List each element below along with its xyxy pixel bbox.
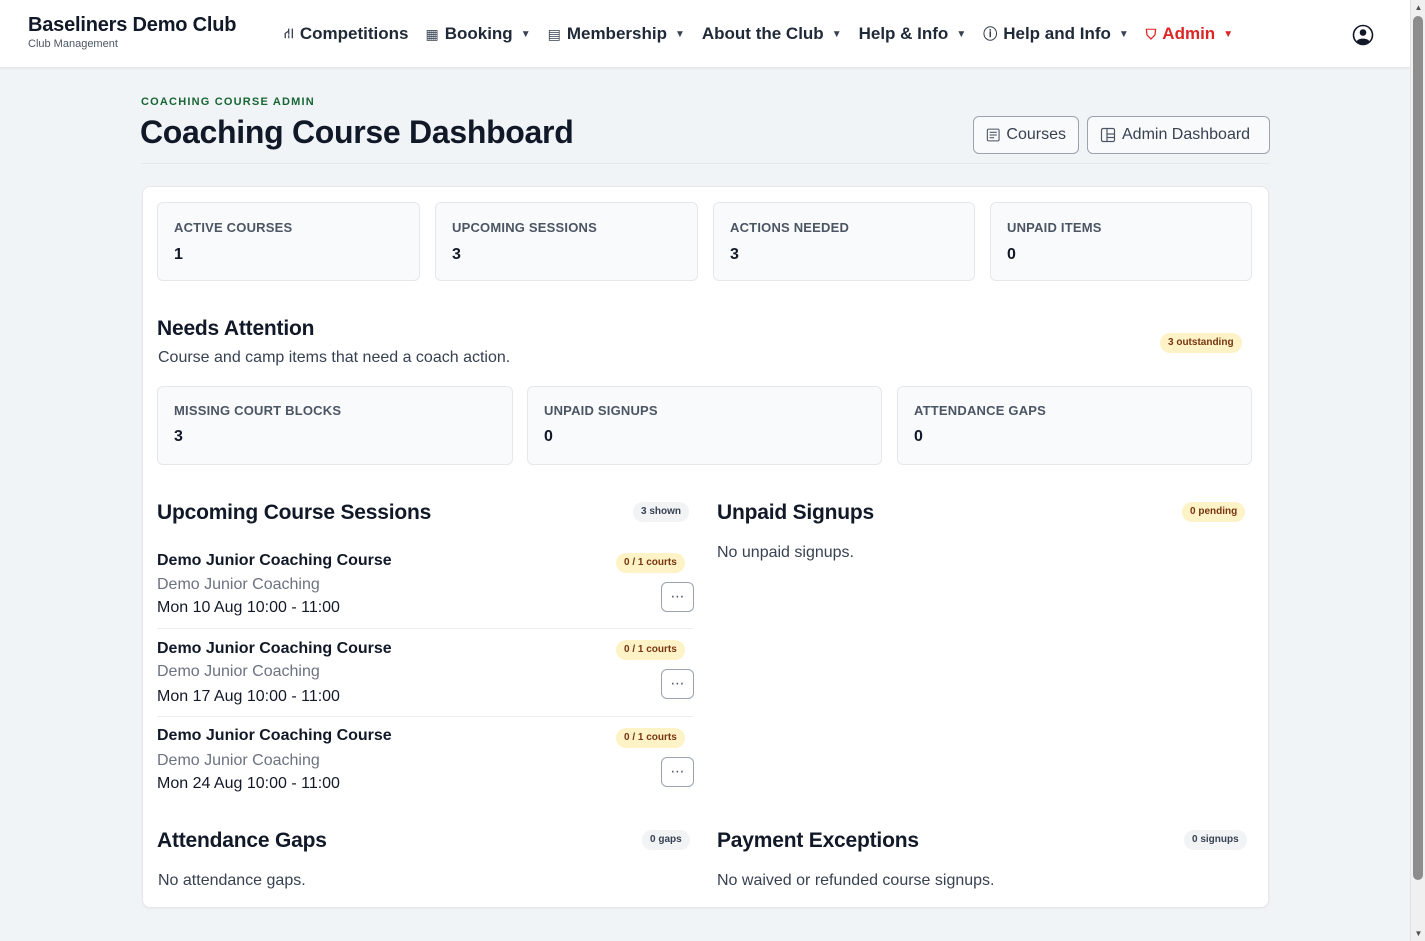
stat-unpaid-items: UNPAID ITEMS 0 <box>990 202 1252 281</box>
stat-label: UNPAID ITEMS <box>1007 220 1102 235</box>
stat-label: ATTENDANCE GAPS <box>914 403 1047 418</box>
signups-badge: 0 signups <box>1184 830 1247 850</box>
gaps-badge: 0 gaps <box>642 830 690 850</box>
stat-active-courses: ACTIVE COURSES 1 <box>157 202 420 281</box>
nav-membership[interactable]: ▤ Membership ▼ <box>548 24 685 44</box>
stat-label: MISSING COURT BLOCKS <box>174 403 342 418</box>
upcoming-sessions-title: Upcoming Course Sessions <box>157 501 432 524</box>
session-group: Demo Junior Coaching <box>157 752 320 769</box>
stat-label: ACTIVE COURSES <box>174 220 293 235</box>
session-more-button[interactable]: ⋯ <box>661 582 694 612</box>
info-circle-icon: ⓘ <box>983 26 998 42</box>
session-more-button[interactable]: ⋯ <box>661 757 694 787</box>
caret-down-icon: ▼ <box>674 28 685 40</box>
nav-label: Help and Info <box>1003 24 1111 43</box>
scroll-up-arrow-icon[interactable]: ▲ <box>1411 0 1425 15</box>
stat-actions-needed: ACTIONS NEEDED 3 <box>713 202 975 281</box>
attendance-gaps-empty: No attendance gaps. <box>158 872 306 889</box>
payment-exceptions-empty: No waived or refunded course signups. <box>717 872 995 889</box>
stat-label: UPCOMING SESSIONS <box>452 220 597 235</box>
stat-value: 1 <box>174 246 183 263</box>
needs-attention-description: Course and camp items that need a coach … <box>158 349 511 366</box>
nav-label: Admin <box>1162 24 1216 43</box>
brand-name: Baseliners Demo Club <box>28 14 237 36</box>
stat-value: 3 <box>452 246 461 263</box>
page-scrollbar[interactable]: ▲ ▼ <box>1410 0 1425 941</box>
row-divider <box>157 628 693 629</box>
nav-about-the-club[interactable]: About the Club ▼ <box>702 24 842 44</box>
shield-icon: ⛉ <box>1145 25 1157 42</box>
session-time: Mon 10 Aug 10:00 - 11:00 <box>157 599 340 616</box>
caret-down-icon: ▼ <box>956 28 967 40</box>
courses-button[interactable]: Courses <box>973 116 1079 154</box>
admin-dashboard-button[interactable]: Admin Dashboard <box>1087 116 1270 154</box>
page-eyebrow: COACHING COURSE ADMIN <box>141 96 315 108</box>
payment-exceptions-title: Payment Exceptions <box>717 829 919 852</box>
nav-competitions[interactable]: ⛙ Competitions <box>284 24 408 44</box>
brand[interactable]: Baseliners Demo Club Club Management <box>28 14 236 50</box>
pending-badge: 0 pending <box>1182 502 1246 522</box>
id-card-icon: ▤ <box>547 25 561 42</box>
nav-help-and-info[interactable]: ⓘ Help and Info ▼ <box>983 24 1129 44</box>
main-nav: ⛙ Competitions ▦ Booking ▼ ▤ Membership … <box>284 0 1250 68</box>
user-account-icon[interactable] <box>1352 24 1374 46</box>
session-time: Mon 24 Aug 10:00 - 11:00 <box>157 775 340 792</box>
stat-value: 0 <box>544 428 553 445</box>
nav-label: Competitions <box>299 24 409 43</box>
courts-badge: 0 / 1 courts <box>616 728 685 748</box>
session-group: Demo Junior Coaching <box>157 663 320 680</box>
dashboard-icon <box>1100 127 1116 143</box>
session-course-name[interactable]: Demo Junior Coaching Course <box>157 552 392 570</box>
stat-value: 3 <box>730 246 739 263</box>
nav-label: Help & Info <box>858 24 949 43</box>
caret-down-icon: ▼ <box>1118 28 1129 40</box>
list-icon <box>986 128 1000 142</box>
nav-admin[interactable]: ⛉ Admin ▼ <box>1146 24 1233 44</box>
admin-dashboard-button-label: Admin Dashboard <box>1122 126 1251 143</box>
dashboard-card <box>142 186 1269 908</box>
scrollbar-thumb[interactable] <box>1413 16 1423 880</box>
calendar-icon: ▦ <box>425 25 439 42</box>
sessions-shown-badge: 3 shown <box>633 502 690 522</box>
nav-label: About the Club <box>701 24 824 43</box>
stat-value: 0 <box>1007 246 1016 263</box>
nav-booking[interactable]: ▦ Booking ▼ <box>425 24 530 44</box>
header-divider <box>141 163 1269 164</box>
attention-attendance-gaps: ATTENDANCE GAPS 0 <box>897 386 1252 465</box>
unpaid-signups-title: Unpaid Signups <box>717 501 875 524</box>
session-course-name[interactable]: Demo Junior Coaching Course <box>157 640 392 658</box>
session-more-button[interactable]: ⋯ <box>661 669 694 699</box>
stat-value: 3 <box>174 428 183 445</box>
session-time: Mon 17 Aug 10:00 - 11:00 <box>157 688 340 705</box>
session-course-name[interactable]: Demo Junior Coaching Course <box>157 727 392 745</box>
outstanding-badge: 3 outstanding <box>1160 333 1242 353</box>
top-navbar: Baseliners Demo Club Club Management ⛙ C… <box>0 0 1410 68</box>
row-divider <box>157 716 693 717</box>
scroll-down-arrow-icon[interactable]: ▼ <box>1411 926 1425 941</box>
nav-help-info[interactable]: Help & Info ▼ <box>859 24 967 44</box>
needs-attention-title: Needs Attention <box>157 317 315 340</box>
sitemap-icon: ⛙ <box>284 24 294 41</box>
stat-label: ACTIONS NEEDED <box>730 220 850 235</box>
courts-badge: 0 / 1 courts <box>616 640 685 660</box>
caret-down-icon: ▼ <box>1223 28 1234 40</box>
attention-missing-court-blocks: MISSING COURT BLOCKS 3 <box>157 386 513 465</box>
unpaid-signups-empty: No unpaid signups. <box>717 544 854 561</box>
nav-label: Membership <box>566 24 667 43</box>
stat-upcoming-sessions: UPCOMING SESSIONS 3 <box>435 202 698 281</box>
brand-subtitle: Club Management <box>28 38 118 50</box>
stat-value: 0 <box>914 428 923 445</box>
caret-down-icon: ▼ <box>520 28 531 40</box>
attendance-gaps-title: Attendance Gaps <box>157 829 327 852</box>
courts-badge: 0 / 1 courts <box>616 553 685 573</box>
page-title: Coaching Course Dashboard <box>140 114 574 150</box>
courses-button-label: Courses <box>1006 126 1066 143</box>
session-group: Demo Junior Coaching <box>157 576 320 593</box>
nav-label: Booking <box>444 24 513 43</box>
caret-down-icon: ▼ <box>831 28 842 40</box>
stat-label: UNPAID SIGNUPS <box>544 403 658 418</box>
attention-unpaid-signups: UNPAID SIGNUPS 0 <box>527 386 882 465</box>
